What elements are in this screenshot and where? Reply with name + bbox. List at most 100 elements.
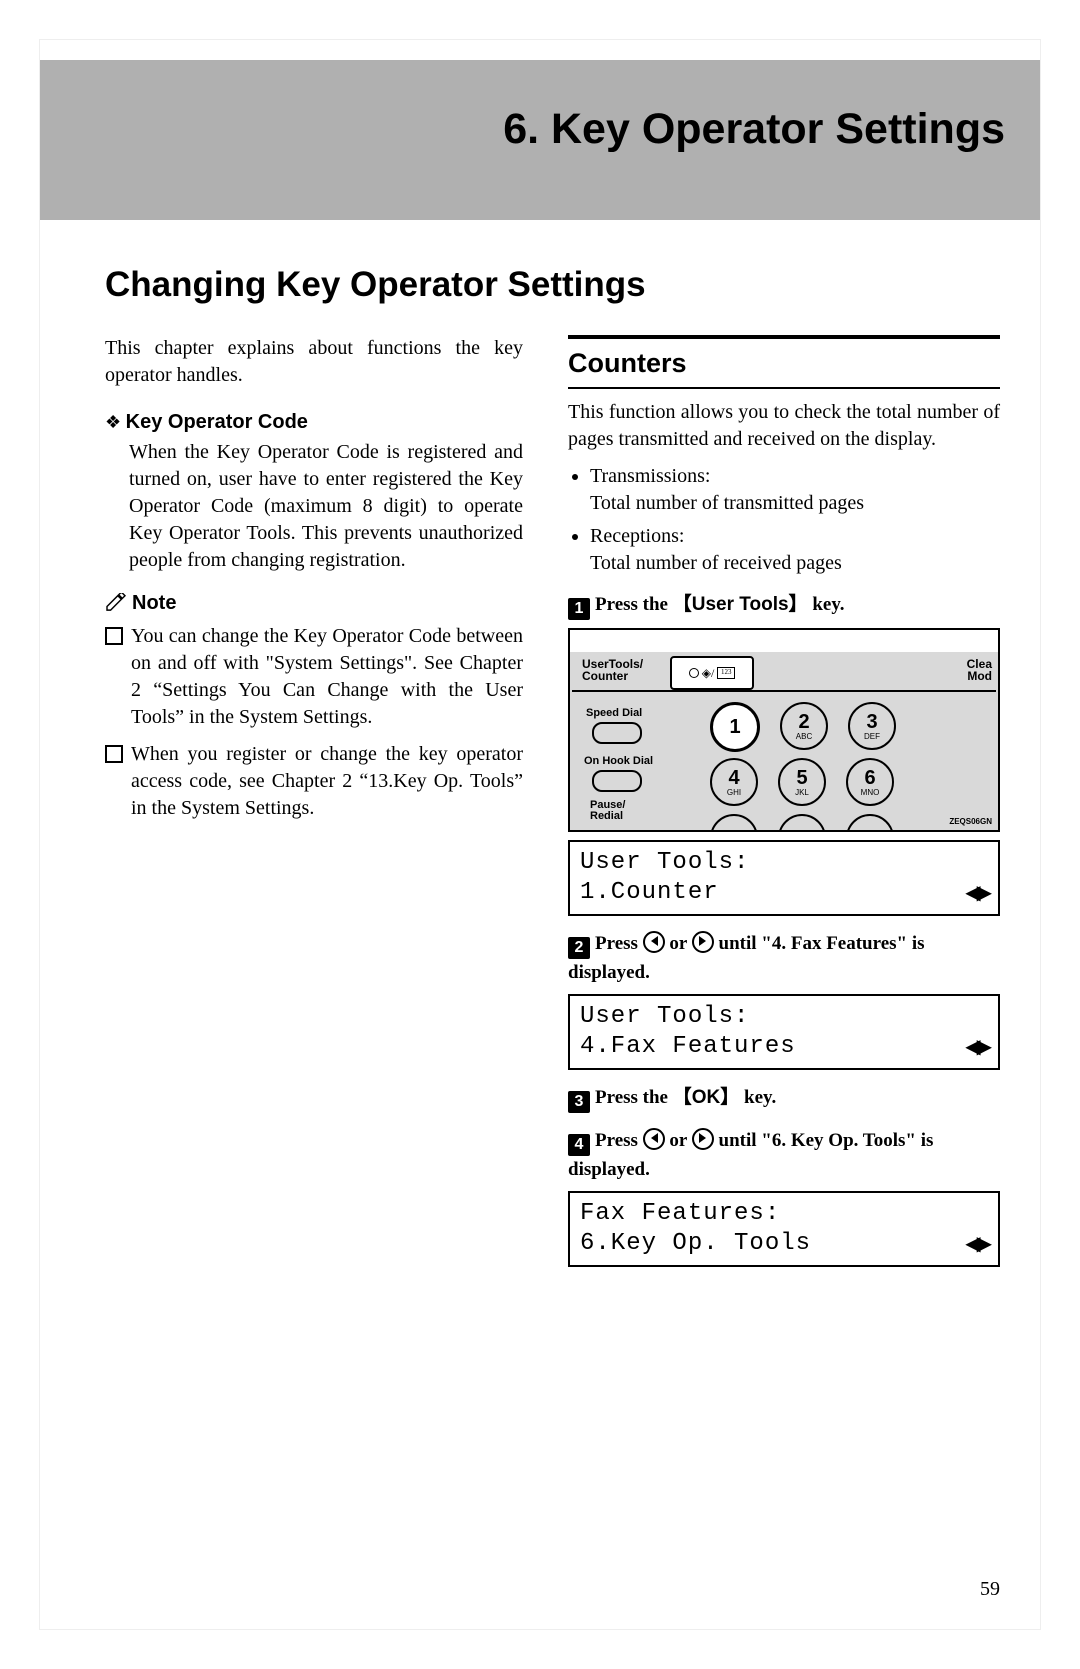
step-4-text: Press or until "6. Key Op. Tools" is dis… — [568, 1130, 933, 1180]
lcd1-line2: 1.Counter — [580, 878, 719, 908]
user-tools-keycap: User Tools — [692, 594, 789, 615]
keypad-speed-dial-button — [592, 722, 642, 744]
lcd-nav-arrows-icon: ◀▶ — [965, 1035, 988, 1060]
step-1-text: Press the 【User Tools】 key. — [595, 594, 845, 615]
keypad-top-strip — [570, 630, 998, 652]
counters-bullets: Transmissions: Total number of transmitt… — [568, 463, 1000, 577]
keypad-key-7: 7 — [710, 814, 758, 832]
step-number-1: 1 — [568, 598, 590, 620]
keypad-speed-dial-label: Speed Dial — [586, 706, 642, 721]
divider-thick — [568, 335, 1000, 339]
lcd1-line2-row: 1.Counter ◀▶ — [580, 878, 988, 908]
bullet-transmissions: Transmissions: Total number of transmitt… — [590, 463, 1000, 517]
right-arrow-key-icon — [692, 1128, 714, 1150]
lcd-display-1: User Tools: 1.Counter ◀▶ — [568, 840, 1000, 916]
diamond-icon: ❖ — [105, 412, 126, 432]
lcd1-line1: User Tools: — [580, 848, 988, 878]
lcd3-line2: 6.Key Op. Tools — [580, 1229, 811, 1259]
step-2-pre: Press — [595, 933, 643, 954]
keypad-key-1: 1 — [710, 702, 760, 752]
intro-paragraph: This chapter explains about functions th… — [105, 335, 523, 389]
step-4-mid: or — [665, 1130, 692, 1151]
chapter-title: 6. Key Operator Settings — [503, 105, 1005, 154]
lcd-display-2: User Tools: 4.Fax Features ◀▶ — [568, 994, 1000, 1070]
lcd3-line1: Fax Features: — [580, 1199, 988, 1229]
key-5-num: 5 — [796, 768, 807, 788]
keypad-pause-label: Pause/ Redial — [590, 800, 625, 822]
key-7-num: 7 — [728, 828, 739, 832]
step-2: 2 Press or until "4. Fax Features" is di… — [568, 930, 1000, 986]
ok-keycap: OK — [692, 1087, 721, 1108]
step-3-post: key. — [739, 1087, 776, 1108]
lcd2-line1: User Tools: — [580, 1002, 988, 1032]
key-5-txt: JKL — [795, 789, 809, 797]
step-number-4: 4 — [568, 1134, 590, 1156]
step-3-text: Press the 【OK】 key. — [595, 1087, 776, 1108]
key-1-num: 1 — [729, 717, 740, 737]
lcd-nav-arrows-icon: ◀▶ — [965, 1232, 988, 1257]
keypad-key-8: 8 — [778, 814, 826, 832]
note-bullet-icon — [105, 627, 123, 645]
keypad-on-hook-label: On Hook Dial — [584, 754, 653, 769]
key-operator-code-block: ❖ Key Operator Code When the Key Operato… — [105, 409, 523, 574]
page: 6. Key Operator Settings Changing Key Op… — [40, 40, 1040, 1629]
keypad-row-2: 4GHI 5JKL 6MNO — [710, 758, 894, 806]
keypad-row-3: 7 8 9 — [710, 814, 894, 832]
pencil-icon — [105, 593, 127, 611]
lcd2-line2: 4.Fax Features — [580, 1032, 796, 1062]
keypad-row-1: 1 2ABC 3DEF — [710, 702, 896, 752]
keypad-key-9: 9 — [846, 814, 894, 832]
page-number: 59 — [980, 1578, 1000, 1601]
step-1-pre: Press the — [595, 594, 673, 615]
step-2-text: Press or until "4. Fax Features" is disp… — [568, 933, 925, 983]
key-8-num: 8 — [796, 828, 807, 832]
two-column-layout: This chapter explains about functions th… — [105, 335, 1000, 1271]
lcd-display-3: Fax Features: 6.Key Op. Tools ◀▶ — [568, 1191, 1000, 1267]
keypad-clear-label: Clea Mod — [967, 658, 992, 682]
keypad-figure-code: ZEQS06GN — [949, 817, 992, 828]
divider-thin — [568, 387, 1000, 389]
key-2-txt: ABC — [796, 733, 812, 741]
key-6-txt: MNO — [861, 789, 880, 797]
right-arrow-key-icon — [692, 931, 714, 953]
key-9-num: 9 — [864, 828, 875, 832]
keypad-on-hook-button — [592, 770, 642, 792]
keypad-dot-icon — [689, 668, 699, 678]
keypad-illustration: UserTools/ Counter Clea Mod ◈/ 123 Speed… — [568, 628, 1000, 832]
step-3: 3 Press the 【OK】 key. — [568, 1084, 1000, 1113]
step-1: 1 Press the 【User Tools】 key. — [568, 591, 1000, 620]
note-1-text: You can change the Key Operator Code bet… — [131, 623, 523, 731]
left-arrow-key-icon — [643, 931, 665, 953]
counters-intro: This function allows you to check the to… — [568, 399, 1000, 453]
note-label: Note — [132, 592, 176, 614]
note-bullet-icon — [105, 745, 123, 763]
key-4-txt: GHI — [727, 789, 741, 797]
lcd-nav-arrows-icon: ◀▶ — [965, 881, 988, 906]
right-column: Counters This function allows you to che… — [568, 335, 1000, 1271]
step-1-post: key. — [808, 594, 845, 615]
section-heading: Changing Key Operator Settings — [105, 265, 1000, 305]
note-item-2: When you register or change the key oper… — [105, 741, 523, 822]
counters-heading: Counters — [568, 345, 1000, 381]
keypad-key-4: 4GHI — [710, 758, 758, 806]
key-4-num: 4 — [728, 768, 739, 788]
note-item-1: You can change the Key Operator Code bet… — [105, 623, 523, 731]
keypad-123-icon: 123 — [717, 667, 735, 679]
left-column: This chapter explains about functions th… — [105, 335, 523, 1271]
koc-heading: Key Operator Code — [126, 411, 308, 433]
keypad-key-2: 2ABC — [780, 702, 828, 750]
key-6-num: 6 — [864, 768, 875, 788]
note-2-text: When you register or change the key oper… — [131, 741, 523, 822]
key-2-num: 2 — [798, 712, 809, 732]
keypad-key-3: 3DEF — [848, 702, 896, 750]
key-3-num: 3 — [866, 712, 877, 732]
lcd2-line2-row: 4.Fax Features ◀▶ — [580, 1032, 988, 1062]
left-arrow-key-icon — [643, 1128, 665, 1150]
keypad-divider — [572, 690, 996, 692]
note-heading-row: Note — [105, 590, 523, 617]
step-number-2: 2 — [568, 937, 590, 959]
keypad-key-6: 6MNO — [846, 758, 894, 806]
content-area: Changing Key Operator Settings This chap… — [105, 265, 1000, 1271]
chapter-banner: 6. Key Operator Settings — [40, 60, 1040, 220]
step-4-pre: Press — [595, 1130, 643, 1151]
